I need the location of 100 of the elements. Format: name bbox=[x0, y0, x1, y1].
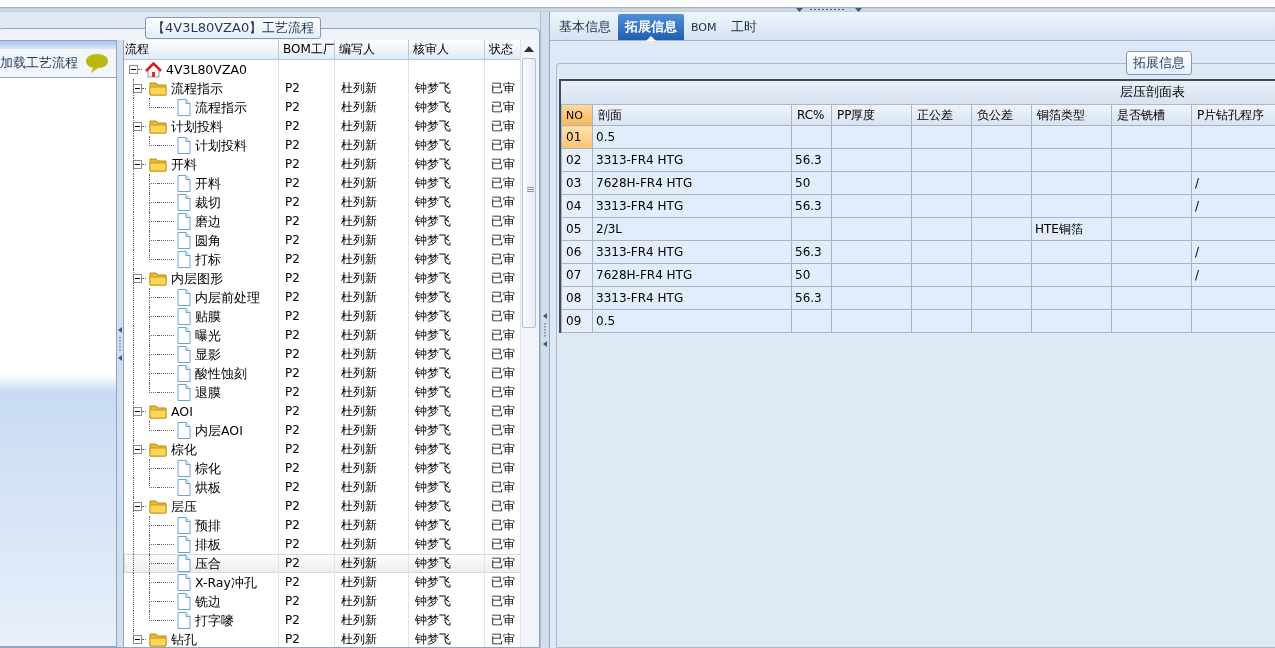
tree-node-label[interactable]: 棕化 bbox=[171, 440, 197, 459]
splitter-handle-icon[interactable] bbox=[118, 326, 122, 361]
tree-node-label[interactable]: 计划投料 bbox=[195, 136, 247, 155]
tree-node-label[interactable]: 退膜 bbox=[195, 383, 221, 402]
table-cell: 杜列新 bbox=[341, 442, 377, 456]
tree-node-label[interactable]: 打字嘜 bbox=[195, 611, 234, 630]
folder-icon bbox=[149, 404, 167, 419]
tree-node-label[interactable]: 排板 bbox=[195, 535, 221, 554]
row-number[interactable]: 04 bbox=[561, 194, 593, 218]
tree-node-label[interactable]: 棕化 bbox=[195, 459, 221, 478]
column-header[interactable]: 铜箔类型 bbox=[1031, 105, 1112, 126]
tab[interactable]: 基本信息 bbox=[552, 14, 618, 40]
tree-node-label[interactable]: 层压 bbox=[171, 497, 197, 516]
tree-node-label[interactable]: 裁切 bbox=[195, 193, 221, 212]
collapse-toggle-icon[interactable] bbox=[133, 407, 142, 416]
table-cell: 杜列新 bbox=[341, 480, 377, 494]
collapse-toggle-icon[interactable] bbox=[133, 160, 142, 169]
scroll-up-arrow-icon[interactable] bbox=[524, 45, 534, 52]
scroll-thumb[interactable] bbox=[522, 58, 536, 328]
splitter-handle-icon[interactable] bbox=[543, 313, 547, 347]
column-header[interactable]: 流程 bbox=[124, 40, 279, 59]
table-cell: 钟梦飞 bbox=[415, 233, 451, 247]
splitter-handle-icon[interactable] bbox=[796, 8, 862, 14]
tree-node-label[interactable]: 贴膜 bbox=[195, 307, 221, 326]
tree-node-label[interactable]: 钻孔 bbox=[171, 630, 197, 647]
tree-node-label[interactable]: 开料 bbox=[195, 174, 221, 193]
document-icon bbox=[177, 422, 191, 439]
table-cell: P2 bbox=[285, 385, 300, 399]
tree-node-label[interactable]: 酸性蚀刻 bbox=[195, 364, 247, 383]
table-cell: P2 bbox=[285, 347, 300, 361]
row-number[interactable]: 05 bbox=[561, 217, 593, 241]
tree-node-label[interactable]: 打标 bbox=[195, 250, 221, 269]
tree-node-label[interactable]: 内层前处理 bbox=[195, 288, 260, 307]
tree-node-label[interactable]: 磨边 bbox=[195, 212, 221, 231]
row-number[interactable]: 07 bbox=[561, 263, 593, 287]
table-cell: 已审 bbox=[491, 480, 515, 494]
column-header[interactable]: 核审人 bbox=[409, 40, 485, 59]
tree-node-label[interactable]: 计划投料 bbox=[171, 117, 223, 136]
tree-node-label[interactable]: 预排 bbox=[195, 516, 221, 535]
table-cell: 钟梦飞 bbox=[415, 518, 451, 532]
column-header[interactable]: PP厚度 bbox=[831, 105, 912, 126]
column-header[interactable]: RC% bbox=[791, 105, 832, 126]
collapse-toggle-icon[interactable] bbox=[133, 122, 142, 131]
folder-icon bbox=[149, 119, 167, 134]
tree-node-label[interactable]: 开料 bbox=[171, 155, 197, 174]
folder-icon bbox=[149, 442, 167, 457]
tree-node-label[interactable]: 流程指示 bbox=[171, 79, 223, 98]
folder-icon bbox=[149, 81, 167, 96]
scrollbar[interactable] bbox=[520, 40, 537, 647]
tab[interactable]: BOM bbox=[684, 14, 724, 40]
tree-node-label[interactable]: 流程指示 bbox=[195, 98, 247, 117]
tree-node-label[interactable]: 内层AOI bbox=[195, 421, 243, 440]
table-cell: P2 bbox=[285, 632, 300, 646]
table-cell: P2 bbox=[285, 119, 300, 133]
table-cell: P2 bbox=[285, 233, 300, 247]
row-number[interactable]: 08 bbox=[561, 286, 593, 310]
table-cell: 已审 bbox=[491, 632, 515, 646]
tree-node-label[interactable]: 显影 bbox=[195, 345, 221, 364]
table-cell: 已审 bbox=[491, 252, 515, 266]
tab[interactable]: 工时 bbox=[723, 14, 764, 40]
column-header[interactable]: 正公差 bbox=[911, 105, 972, 126]
row-number[interactable]: 03 bbox=[561, 171, 593, 195]
tree-row[interactable]: 压合 P2 杜列新 钟梦飞 已审 bbox=[124, 554, 522, 573]
row-number[interactable]: 02 bbox=[561, 148, 593, 172]
table-cell: P2 bbox=[285, 271, 300, 285]
tab[interactable]: 拓展信息 bbox=[618, 14, 684, 40]
collapse-toggle-icon[interactable] bbox=[133, 445, 142, 454]
tree-node-label[interactable]: 铣边 bbox=[195, 592, 221, 611]
tree-node-label[interactable]: 压合 bbox=[195, 554, 221, 573]
column-header[interactable]: 剖面 bbox=[592, 105, 792, 126]
tree-node-label[interactable]: 烘板 bbox=[195, 478, 221, 497]
collapse-toggle-icon[interactable] bbox=[129, 65, 138, 74]
tree-node-label[interactable]: AOI bbox=[171, 402, 193, 421]
nav-item[interactable]: 加载工艺流程 bbox=[0, 49, 116, 78]
tree-node-label[interactable]: 4V3L80VZA0 bbox=[166, 60, 247, 79]
tree-node-label[interactable]: X-Ray冲孔 bbox=[195, 573, 257, 592]
column-header[interactable]: 负公差 bbox=[971, 105, 1032, 126]
tree-node-label[interactable]: 曝光 bbox=[195, 326, 221, 345]
table-cell: 杜列新 bbox=[341, 537, 377, 551]
house-icon bbox=[145, 61, 162, 78]
table-cell: 已审 bbox=[491, 214, 515, 228]
collapse-toggle-icon[interactable] bbox=[133, 274, 142, 283]
table-cell: P2 bbox=[285, 214, 300, 228]
column-header[interactable]: BOM工厂 bbox=[279, 40, 335, 59]
column-header[interactable]: 编写人 bbox=[335, 40, 409, 59]
collapse-toggle-icon[interactable] bbox=[133, 635, 142, 644]
table-cell: P2 bbox=[285, 461, 300, 475]
column-header[interactable]: 是否铣槽 bbox=[1111, 105, 1192, 126]
table-cell: 钟梦飞 bbox=[415, 404, 451, 418]
column-header[interactable]: NO bbox=[561, 105, 593, 126]
row-number[interactable]: 06 bbox=[561, 240, 593, 264]
tree-node-label[interactable]: 圆角 bbox=[195, 231, 221, 250]
table-cell: P2 bbox=[285, 328, 300, 342]
collapse-toggle-icon[interactable] bbox=[133, 502, 142, 511]
row-number[interactable]: 01 bbox=[561, 125, 593, 149]
column-header[interactable]: P片钻孔程序 bbox=[1191, 105, 1275, 126]
table-cell: 钟梦飞 bbox=[415, 252, 451, 266]
collapse-toggle-icon[interactable] bbox=[133, 84, 142, 93]
row-number[interactable]: 09 bbox=[561, 309, 593, 333]
tree-node-label[interactable]: 内层图形 bbox=[171, 269, 223, 288]
